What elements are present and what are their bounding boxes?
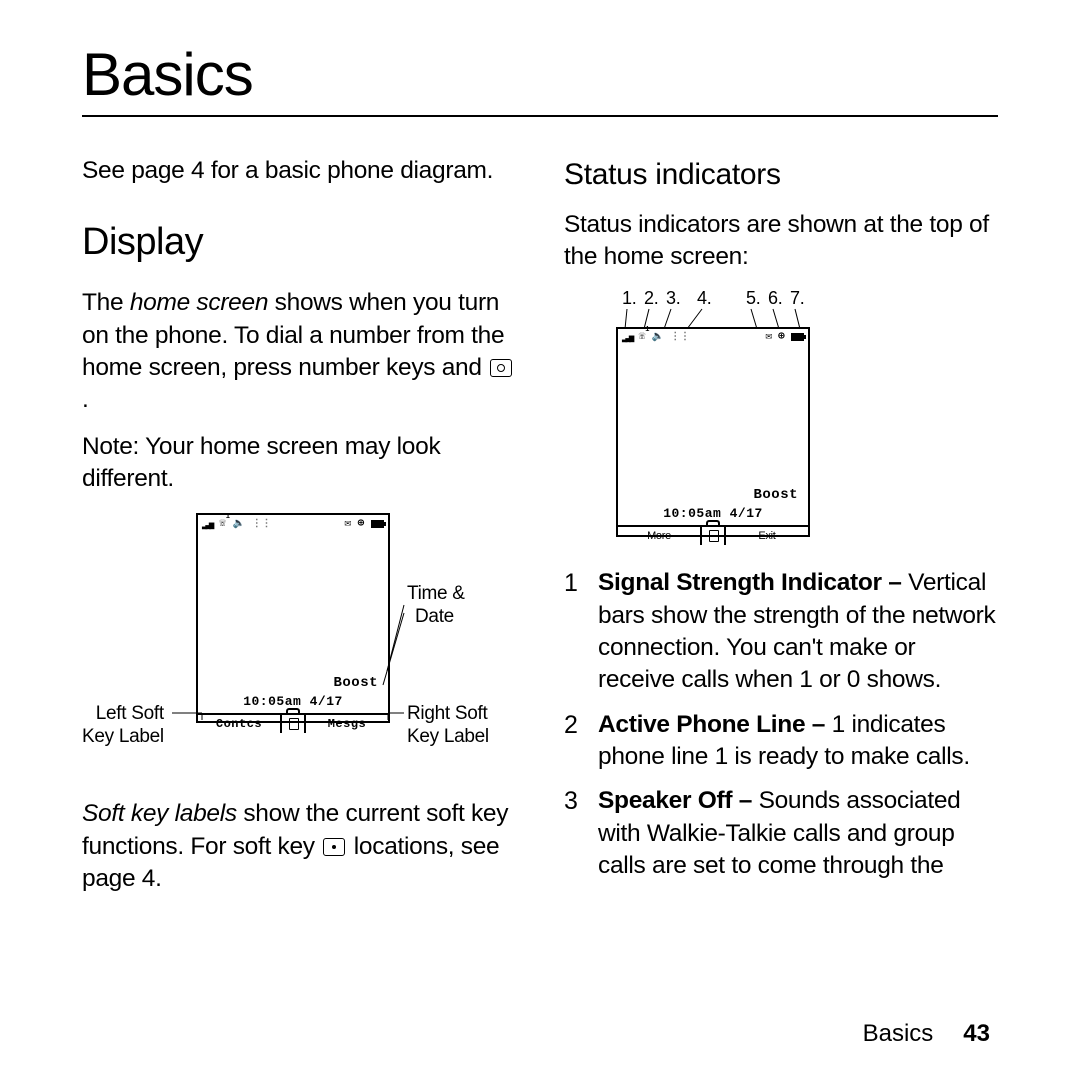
callout-left-softkey: Left Soft Key Label [82, 703, 164, 749]
callout-num-4: 4. [697, 287, 711, 311]
status-bar: 1 [198, 515, 388, 532]
callout-num-6: 6. [768, 287, 782, 311]
center-softkey-2 [700, 527, 726, 545]
callout-time-date: Time & Date [407, 583, 465, 629]
page-footer: Basics43 [863, 1020, 990, 1048]
network-icon [670, 330, 689, 343]
carrier-label-2: Boost [618, 486, 808, 504]
callout-num-3: 3. [666, 287, 680, 311]
phone-line-icon: 1 [219, 517, 225, 530]
indicator-list: 1 Signal Strength Indicator – Vertical b… [564, 567, 998, 882]
status-indicators-heading: Status indicators [564, 155, 998, 195]
softkey-paragraph: Soft key labels show the current soft ke… [82, 798, 516, 895]
status-indicators-diagram: 1. 2. 3. 4. 5. 6. 7. [564, 287, 998, 557]
left-softkey: Contcs [198, 715, 280, 733]
phone-line-icon: 1 [639, 330, 645, 343]
list-item: 3 Speaker Off – Sounds associated with W… [564, 785, 998, 882]
battery-icon [791, 333, 804, 341]
speaker-icon [652, 330, 664, 343]
phone-screen-2: 1 Boost 10:05am 4/17 [616, 327, 810, 537]
list-item: 2 Active Phone Line – 1 indicates phone … [564, 709, 998, 774]
left-column: See page 4 for a basic phone diagram. Di… [82, 155, 516, 909]
callout-num-2: 2. [644, 287, 658, 311]
message-icon [344, 517, 350, 530]
message-icon [765, 330, 771, 343]
status-bar-2: 1 [618, 329, 808, 344]
signal-icon [622, 331, 632, 343]
page-title: Basics [82, 40, 998, 117]
ringer-icon [778, 330, 784, 343]
display-heading: Display [82, 217, 516, 267]
phone-screen-1: 1 Boost 10:05am 4/17 [196, 513, 390, 723]
signal-icon [202, 518, 212, 530]
carrier-label: Boost [198, 674, 388, 692]
center-softkey [280, 715, 306, 733]
right-column: Status indicators Status indicators are … [564, 155, 998, 909]
display-paragraph-1: The home screen shows when you turn on t… [82, 287, 516, 416]
status-indicators-text: Status indicators are shown at the top o… [564, 209, 998, 274]
callout-num-5: 5. [746, 287, 760, 311]
intro-text: See page 4 for a basic phone diagram. [82, 155, 516, 187]
ringer-icon [358, 517, 364, 530]
callout-right-softkey: Right Soft Key Label [407, 703, 489, 749]
right-softkey-2: Exit [726, 527, 808, 545]
battery-icon [371, 520, 384, 528]
softkey-icon [323, 838, 345, 856]
left-softkey-2: More [618, 527, 700, 545]
network-icon [252, 517, 271, 530]
list-item: 1 Signal Strength Indicator – Vertical b… [564, 567, 998, 696]
speaker-icon [233, 517, 245, 530]
right-softkey: Mesgs [306, 715, 388, 733]
home-screen-diagram: 1 Boost 10:05am 4/17 [82, 513, 516, 768]
ok-key-icon [490, 359, 512, 377]
display-paragraph-2: Note: Your home screen may look differen… [82, 431, 516, 496]
callout-num-1: 1. [622, 287, 636, 311]
callout-num-7: 7. [790, 287, 804, 311]
